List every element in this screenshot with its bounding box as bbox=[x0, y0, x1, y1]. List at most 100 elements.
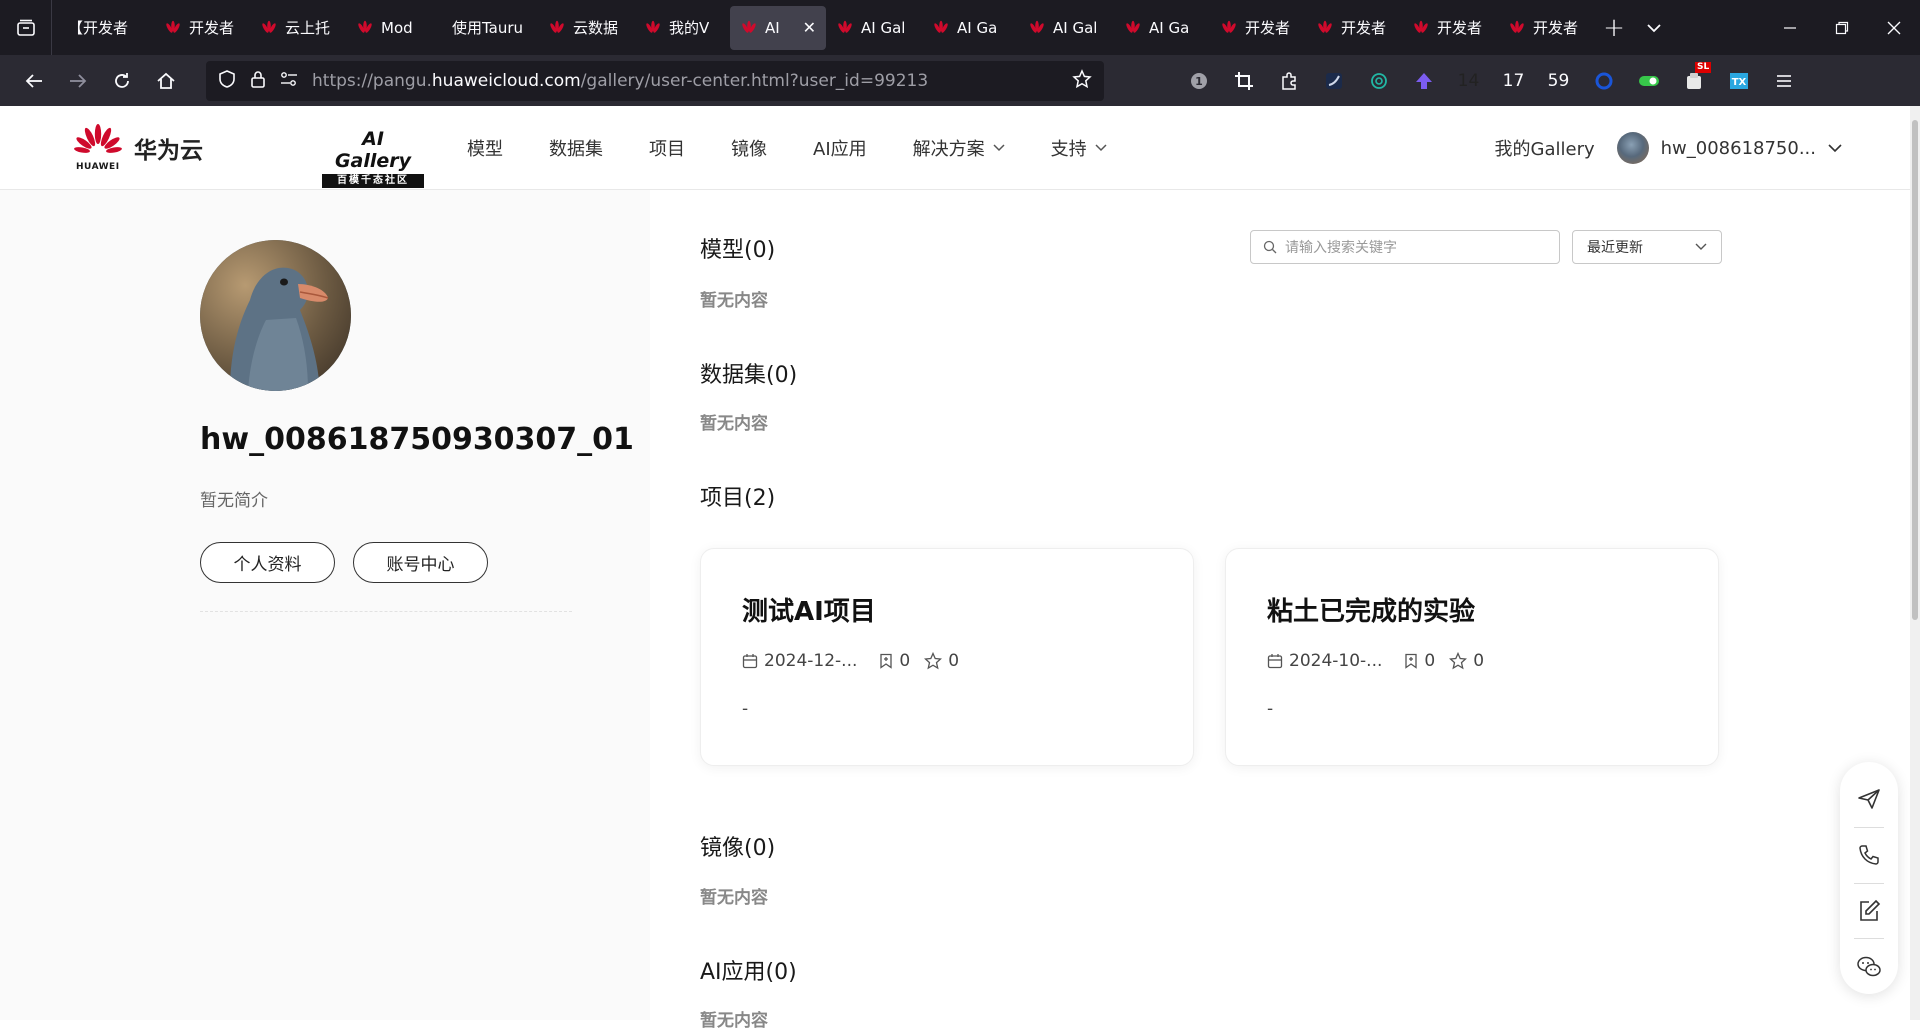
nav-item-datasets[interactable]: 数据集 bbox=[549, 135, 603, 161]
search-input[interactable]: 请输入搜索关键字 bbox=[1250, 230, 1560, 264]
reload-icon[interactable] bbox=[100, 61, 144, 101]
project-stars[interactable]: 0 bbox=[924, 651, 959, 671]
tab-list-icon[interactable] bbox=[0, 0, 52, 55]
chevron-down-icon[interactable] bbox=[1634, 6, 1674, 50]
minimize-icon[interactable] bbox=[1764, 0, 1816, 55]
phone-icon[interactable] bbox=[1840, 828, 1898, 883]
counter-extension-a[interactable]: 14 bbox=[1446, 61, 1491, 101]
browser-toolbar: https://pangu.huaweicloud.com/gallery/us… bbox=[0, 55, 1920, 106]
project-date: 2024-12-... bbox=[742, 651, 857, 671]
nav-label: 模型 bbox=[467, 139, 503, 160]
page-scrollbar[interactable] bbox=[1910, 106, 1920, 1020]
nav-item-ai-apps[interactable]: AI应用 bbox=[813, 135, 867, 161]
project-card[interactable]: 粘土已完成的实验 2024-10-... 0 0 - bbox=[1225, 548, 1719, 766]
profile-panel: hw_008618750930307_01 暂无简介 个人资料 账号中心 bbox=[0, 190, 650, 1020]
browser-tab[interactable]: 开发者 bbox=[1306, 6, 1402, 50]
chevron-down-icon bbox=[1095, 144, 1107, 152]
huawei-cloud-logo[interactable]: HUAWEI 华为云 bbox=[74, 124, 203, 172]
project-bookmarks[interactable]: 0 bbox=[879, 651, 910, 671]
ai-gallery-subtitle: 百模千态社区 bbox=[322, 174, 424, 188]
section-title-datasets: 数据集(0) bbox=[700, 363, 798, 388]
permissions-icon[interactable] bbox=[280, 71, 298, 91]
browser-tab[interactable]: 【开发者 bbox=[58, 6, 154, 50]
counter-extension-c[interactable]: 59 bbox=[1536, 61, 1581, 101]
shield-icon[interactable] bbox=[218, 69, 236, 93]
star-count: 0 bbox=[1473, 651, 1485, 671]
project-bookmarks[interactable]: 0 bbox=[1404, 651, 1435, 671]
browser-tab[interactable]: 开发者 bbox=[1210, 6, 1306, 50]
header-username: hw_008618750... bbox=[1660, 137, 1816, 159]
browser-tab[interactable]: 云数据 bbox=[538, 6, 634, 50]
ai-gallery-logo[interactable]: AI Gallery 百模千态社区 bbox=[322, 128, 424, 188]
browser-tab[interactable]: AI Gal bbox=[826, 6, 922, 50]
empty-state-datasets: 暂无内容 bbox=[700, 414, 768, 434]
sl-extension-icon[interactable]: SL bbox=[1671, 61, 1716, 101]
scrollbar-thumb[interactable] bbox=[1912, 120, 1918, 620]
upload-arrow-icon[interactable] bbox=[1401, 61, 1446, 101]
close-window-icon[interactable] bbox=[1868, 0, 1920, 55]
url-prefix: https://pangu. bbox=[312, 70, 432, 91]
browser-tab-active[interactable]: AI ✕ bbox=[730, 5, 826, 50]
project-date: 2024-10-... bbox=[1267, 651, 1382, 671]
nav-item-images[interactable]: 镜像 bbox=[731, 135, 767, 161]
url-suffix: /gallery/user-center.html?user_id=99213 bbox=[580, 70, 929, 91]
bookmark-star-icon[interactable] bbox=[1072, 68, 1092, 93]
nav-label: 项目 bbox=[649, 139, 685, 160]
nav-label: 支持 bbox=[1050, 139, 1087, 160]
project-card[interactable]: 测试AI项目 2024-12-... 0 0 - bbox=[700, 548, 1194, 766]
crop-icon[interactable] bbox=[1221, 61, 1266, 101]
menu-hamburger-icon[interactable] bbox=[1761, 61, 1806, 101]
site-header: HUAWEI 华为云 AI Gallery 百模千态社区 模型 数据集 项目 镜… bbox=[0, 106, 1920, 190]
section-title-projects: 项目(2) bbox=[700, 486, 776, 511]
counter-extension-b[interactable]: 17 bbox=[1491, 61, 1536, 101]
browser-tab[interactable]: Mod bbox=[346, 6, 442, 50]
restore-icon[interactable] bbox=[1816, 0, 1868, 55]
browser-tab[interactable]: 开发者 bbox=[1498, 6, 1594, 50]
browser-tab[interactable]: 使用Tauru bbox=[442, 6, 538, 50]
close-tab-icon[interactable]: ✕ bbox=[803, 18, 816, 37]
tab-strip: 【开发者 开发者 云上托 Mod 使用Tauru 云数据 我的V AI ✕ AI … bbox=[52, 0, 1674, 55]
chevron-down-icon bbox=[1695, 243, 1707, 250]
account-center-button[interactable]: 账号中心 bbox=[353, 542, 488, 583]
nav-item-models[interactable]: 模型 bbox=[467, 135, 503, 161]
toggle-extension-icon[interactable] bbox=[1626, 61, 1671, 101]
url-text[interactable]: https://pangu.huaweicloud.com/gallery/us… bbox=[312, 71, 1058, 91]
browser-tab[interactable]: 云上托 bbox=[250, 6, 346, 50]
new-tab-button[interactable]: + bbox=[1594, 6, 1634, 50]
address-bar[interactable]: https://pangu.huaweicloud.com/gallery/us… bbox=[206, 60, 1104, 101]
nav-item-solutions[interactable]: 解决方案 bbox=[913, 135, 1005, 161]
network-extension-icon[interactable] bbox=[1356, 61, 1401, 101]
password-manager-icon[interactable]: 1 bbox=[1176, 61, 1221, 101]
browser-tab[interactable]: AI Gal bbox=[1018, 6, 1114, 50]
project-description: - bbox=[742, 699, 749, 719]
user-menu[interactable]: hw_008618750... bbox=[1616, 132, 1842, 164]
nav-item-projects[interactable]: 项目 bbox=[649, 135, 685, 161]
wechat-icon[interactable] bbox=[1840, 939, 1898, 994]
bookmark-icon bbox=[1405, 653, 1418, 669]
dark-mode-extension-icon[interactable] bbox=[1311, 61, 1356, 101]
bookmark-count: 0 bbox=[899, 651, 911, 671]
send-icon[interactable] bbox=[1840, 772, 1898, 827]
content-panel: 请输入搜索关键字 最近更新 模型(0) 暂无内容 数据集(0) 暂无内容 项目(… bbox=[650, 190, 1910, 1031]
star-icon bbox=[924, 652, 943, 670]
edit-feedback-icon[interactable] bbox=[1840, 884, 1898, 939]
browser-tab[interactable]: AI Ga bbox=[922, 6, 1018, 50]
sort-select[interactable]: 最近更新 bbox=[1572, 230, 1722, 264]
tab-title: 使用Tauru bbox=[452, 19, 524, 37]
translate-extension-icon[interactable]: TX bbox=[1716, 61, 1761, 101]
browser-tab[interactable]: 开发者 bbox=[154, 6, 250, 50]
lock-icon[interactable] bbox=[250, 69, 266, 93]
personal-info-button[interactable]: 个人资料 bbox=[200, 542, 335, 583]
browser-tab[interactable]: AI Ga bbox=[1114, 6, 1210, 50]
my-gallery-link[interactable]: 我的Gallery bbox=[1495, 135, 1595, 161]
project-description: - bbox=[1267, 699, 1274, 719]
project-stars[interactable]: 0 bbox=[1449, 651, 1484, 671]
home-icon[interactable] bbox=[144, 61, 188, 101]
browser-tab[interactable]: 我的V bbox=[634, 6, 730, 50]
extensions-puzzle-icon[interactable] bbox=[1266, 61, 1311, 101]
blue-circle-extension-icon[interactable] bbox=[1581, 61, 1626, 101]
forward-arrow-icon[interactable] bbox=[56, 61, 100, 101]
browser-tab[interactable]: 开发者 bbox=[1402, 6, 1498, 50]
back-arrow-icon[interactable] bbox=[12, 61, 56, 101]
nav-item-support[interactable]: 支持 bbox=[1051, 135, 1107, 161]
